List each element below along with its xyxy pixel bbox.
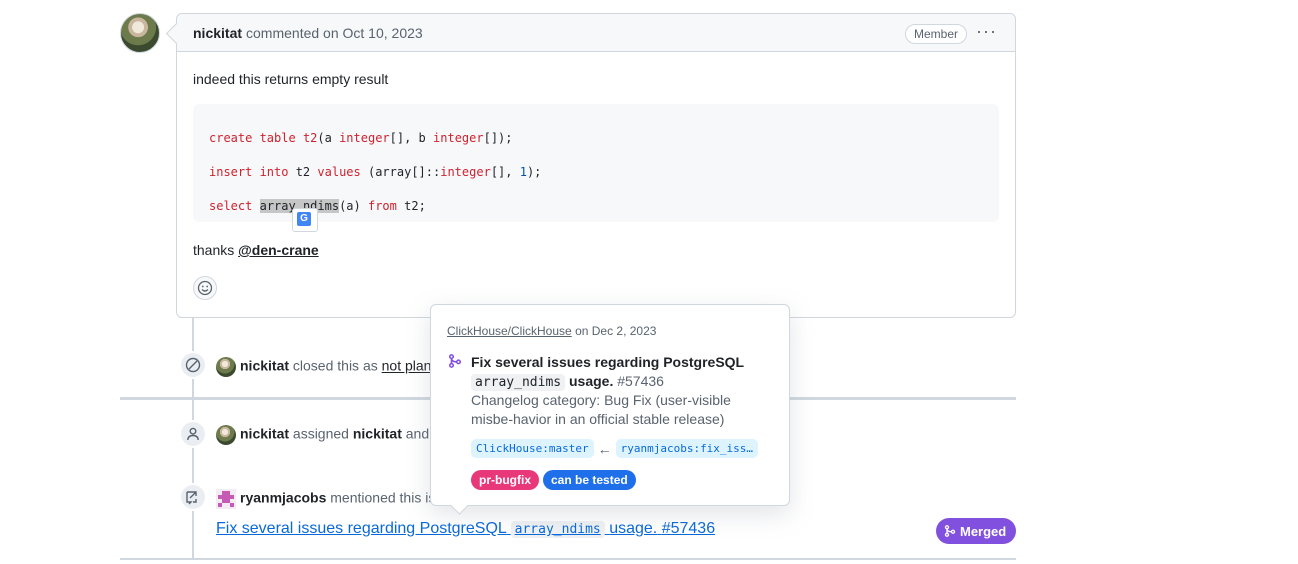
closed-event: nickitat closed this as not planned [216,357,455,377]
user-mention-link[interactable]: @den-crane [238,242,319,258]
comment-timestamp[interactable]: commented on Oct 10, 2023 [246,25,423,41]
repo-link[interactable]: ClickHouse/ClickHouse [447,324,572,338]
pull-request-icon [448,354,462,368]
timeline-divider [120,558,1016,560]
avatar[interactable] [216,489,236,509]
comment-box: nickitat commented on Oct 10, 2023 Membe… [176,13,1016,318]
code-line: create table t2(a integer[], b integer[]… [209,131,513,145]
base-branch[interactable]: ClickHouse:master [471,439,594,458]
assignee-link[interactable]: nickitat [353,426,402,442]
branch-info: ClickHouse:master ← ryanmjacobs:fix_iss… [471,439,759,458]
label-list: pr-bugfix can be tested [471,470,636,490]
member-badge: Member [904,24,967,44]
comment-header: nickitat commented on Oct 10, 2023 Membe… [177,14,1015,52]
avatar[interactable] [120,13,160,53]
smiley-icon [197,280,213,296]
arrow-left-icon: ← [597,440,612,457]
label-pr-bugfix[interactable]: pr-bugfix [471,470,539,490]
mentioned-event: ryanmjacobs mentioned this is [216,489,435,509]
hovercard-meta: ClickHouse/ClickHouse on Dec 2, 2023 [447,324,657,338]
event-user[interactable]: ryanmjacobs [240,490,326,506]
comment-author[interactable]: nickitat [193,25,242,41]
pull-request-link[interactable]: Fix several issues regarding PostgreSQL … [216,520,715,538]
merge-icon [944,525,956,537]
code-block: create table t2(a integer[], b integer[]… [193,104,999,222]
code-line: insert into t2 values (array[]::integer[… [209,165,542,179]
pull-request-hovercard: ClickHouse/ClickHouse on Dec 2, 2023 Fix… [430,304,790,506]
hovercard-description: Changelog category: Bug Fix (user-visibl… [471,392,731,427]
assigned-event: nickitat assigned nickitat and c [216,425,440,445]
event-user[interactable]: nickitat [240,426,289,442]
label-can-be-tested[interactable]: can be tested [543,470,636,490]
person-icon [179,420,207,448]
event-user[interactable]: nickitat [240,358,289,374]
comment-text: indeed this returns empty result [193,71,389,87]
avatar[interactable] [216,357,236,377]
kebab-menu-icon[interactable]: ··· [976,22,997,40]
closed-icon [179,351,207,379]
translate-icon[interactable]: G [292,208,318,232]
head-branch[interactable]: ryanmjacobs:fix_iss… [615,439,759,458]
add-reaction-button[interactable] [193,276,217,300]
code-line: select array_ndims(a) from t2; [209,199,426,213]
comment-thanks: thanks @den-crane [193,242,319,258]
cross-reference-icon [179,483,207,511]
avatar[interactable] [216,425,236,445]
merged-badge[interactable]: Merged [936,518,1017,544]
hovercard-title[interactable]: Fix several issues regarding PostgreSQL … [471,353,776,392]
